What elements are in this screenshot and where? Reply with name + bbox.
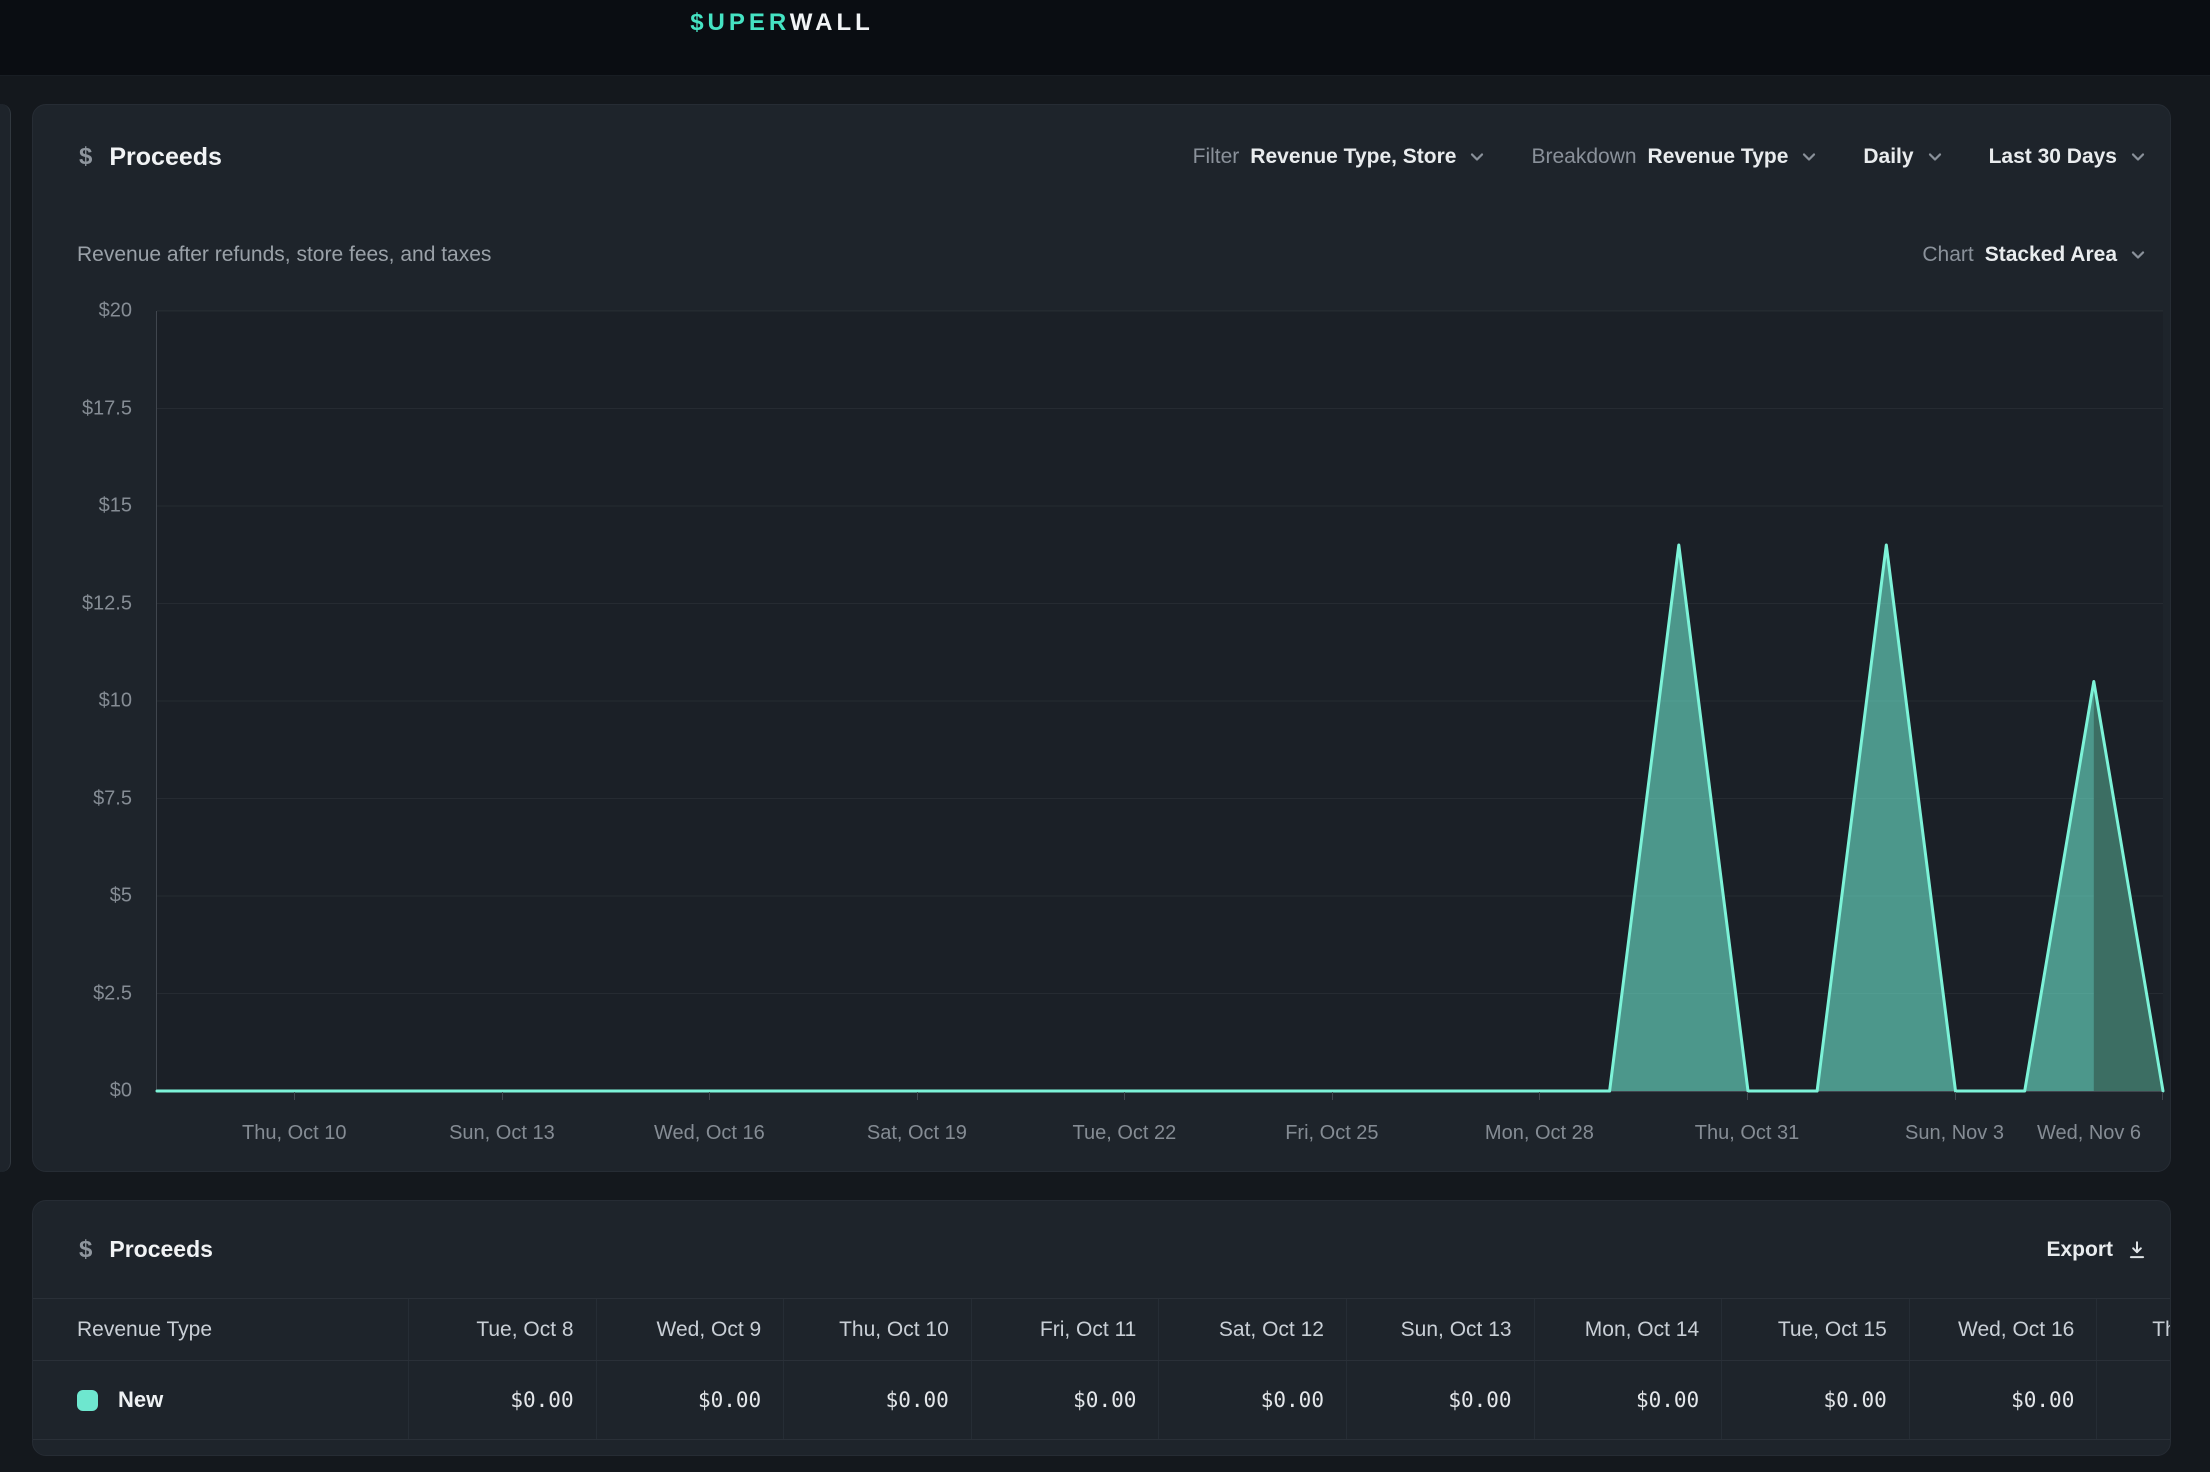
breakdown-dropdown[interactable]: Breakdown Revenue Type <box>1531 145 1819 169</box>
table-cell-value: $0.00 <box>1534 1361 1722 1439</box>
table-row-label-cell: New <box>33 1361 408 1439</box>
chart-canvas <box>157 311 2163 1091</box>
table-header-date: Thu, Oct 10 <box>783 1299 971 1360</box>
breakdown-label: Breakdown <box>1531 145 1636 169</box>
x-axis-tick <box>1332 1092 1333 1100</box>
table-header-date: Sun, Oct 13 <box>1346 1299 1534 1360</box>
y-axis-label: $10 <box>99 690 132 713</box>
superwall-logo[interactable]: $UPERWALL <box>690 9 874 37</box>
table-cell-value: $0.00 <box>1158 1361 1346 1439</box>
export-button[interactable]: Export <box>2046 1238 2148 1262</box>
table-cell-value: $0.00 <box>2096 1361 2171 1439</box>
y-axis-label: $12.5 <box>82 592 132 615</box>
chevron-down-icon <box>2128 245 2148 265</box>
table-cell-value: $0.00 <box>596 1361 784 1439</box>
granularity-dropdown[interactable]: Daily <box>1863 145 1944 169</box>
table-header-date: Thu, Oct 17 <box>2096 1299 2171 1360</box>
x-axis-label: Wed, Nov 6 <box>2004 1122 2171 1145</box>
x-axis-tick <box>1124 1092 1125 1100</box>
table-header-date: Fri, Oct 11 <box>971 1299 1159 1360</box>
table-panel-header: $ Proceeds Export <box>33 1201 2170 1298</box>
proceeds-table-panel: $ Proceeds Export Revenue TypeTue, Oct 8… <box>32 1200 2171 1456</box>
chart-type-value: Stacked Area <box>1985 243 2117 267</box>
x-axis-tick <box>917 1092 918 1100</box>
dollar-icon: $ <box>79 1236 92 1264</box>
chart-type-label: Chart <box>1922 243 1973 267</box>
top-bar: $UPERWALL <box>0 0 2210 76</box>
logo-accent-text: $UPER <box>690 9 790 36</box>
panel-controls: Filter Revenue Type, Store Breakdown Rev… <box>1193 145 2148 169</box>
y-axis-labels: $20$17.5$15$12.5$10$7.5$5$2.5$0 <box>33 311 132 1091</box>
series-name: New <box>118 1387 163 1413</box>
proceeds-table: Revenue TypeTue, Oct 8Wed, Oct 9Thu, Oct… <box>33 1298 2170 1440</box>
panel-header: $ Proceeds Filter Revenue Type, Store Br… <box>33 105 2170 209</box>
panel-subtitle: Revenue after refunds, store fees, and t… <box>77 243 491 267</box>
x-axis-tick <box>1955 1092 1956 1100</box>
chevron-down-icon <box>1467 147 1487 167</box>
y-axis-label: $0 <box>110 1080 132 1103</box>
table-header-date: Mon, Oct 14 <box>1534 1299 1722 1360</box>
table-header-date: Tue, Oct 15 <box>1721 1299 1909 1360</box>
x-axis-tick <box>709 1092 710 1100</box>
y-axis-label: $7.5 <box>93 787 132 810</box>
filter-dropdown[interactable]: Filter Revenue Type, Store <box>1193 145 1488 169</box>
y-axis-label: $2.5 <box>93 982 132 1005</box>
table-cell-value: $0.00 <box>1721 1361 1909 1439</box>
table-cell-value: $0.00 <box>1346 1361 1534 1439</box>
table-body: New$0.00$0.00$0.00$0.00$0.00$0.00$0.00$0… <box>33 1361 2170 1440</box>
x-axis-tick <box>502 1092 503 1100</box>
x-axis-tick <box>1747 1092 1748 1100</box>
breakdown-value: Revenue Type <box>1648 145 1789 169</box>
x-axis-label: Tue, Oct 22 <box>1039 1122 1209 1145</box>
y-axis-label: $20 <box>99 300 132 323</box>
stacked-area-chart[interactable] <box>156 311 2163 1092</box>
x-axis-tick <box>2162 1092 2163 1100</box>
export-label: Export <box>2046 1238 2113 1262</box>
table-header-date: Wed, Oct 16 <box>1909 1299 2097 1360</box>
dollar-icon: $ <box>79 143 92 171</box>
x-axis-label: Wed, Oct 16 <box>624 1122 794 1145</box>
table-row: New$0.00$0.00$0.00$0.00$0.00$0.00$0.00$0… <box>33 1361 2171 1440</box>
chevron-down-icon <box>1925 147 1945 167</box>
x-axis-labels: Thu, Oct 10 Sun, Oct 13 Wed, Oct 16 Sat, Oc… <box>156 1122 2162 1152</box>
table-header-date: Tue, Oct 8 <box>408 1299 596 1360</box>
filter-value: Revenue Type, Store <box>1250 145 1456 169</box>
x-axis-tick <box>1539 1092 1540 1100</box>
date-range-dropdown[interactable]: Last 30 Days <box>1989 145 2148 169</box>
table-header-date: Sat, Oct 12 <box>1158 1299 1346 1360</box>
x-axis-label: Thu, Oct 31 <box>1662 1122 1832 1145</box>
chevron-down-icon <box>2128 147 2148 167</box>
x-axis-label: Fri, Oct 25 <box>1247 1122 1417 1145</box>
filter-label: Filter <box>1193 145 1240 169</box>
table-cell-value: $0.00 <box>971 1361 1159 1439</box>
x-axis-label: Sat, Oct 19 <box>832 1122 1002 1145</box>
logo-rest-text: WALL <box>790 9 874 36</box>
panel-title: Proceeds <box>109 143 222 172</box>
offscreen-card-edge <box>0 104 11 1172</box>
table-header-date: Wed, Oct 9 <box>596 1299 784 1360</box>
table-header-revenue-type: Revenue Type <box>33 1299 408 1360</box>
x-axis-label: Thu, Oct 10 <box>209 1122 379 1145</box>
y-axis-label: $15 <box>99 495 132 518</box>
date-range-value: Last 30 Days <box>1989 145 2117 169</box>
granularity-value: Daily <box>1863 145 1913 169</box>
table-cell-value: $0.00 <box>783 1361 971 1439</box>
table-header-row: Revenue TypeTue, Oct 8Wed, Oct 9Thu, Oct… <box>33 1298 2171 1361</box>
y-axis-label: $5 <box>110 885 132 908</box>
proceeds-chart-panel: $ Proceeds Filter Revenue Type, Store Br… <box>32 104 2171 1172</box>
table-cell-value: $0.00 <box>408 1361 596 1439</box>
panel-subheader: Revenue after refunds, store fees, and t… <box>33 209 2170 301</box>
series-swatch <box>77 1390 98 1411</box>
table-cell-value: $0.00 <box>1909 1361 2097 1439</box>
y-axis-label: $17.5 <box>82 397 132 420</box>
x-axis-ticks <box>156 1092 2162 1102</box>
x-axis-label: Mon, Oct 28 <box>1454 1122 1624 1145</box>
chart-type-dropdown[interactable]: Chart Stacked Area <box>1922 243 2148 267</box>
x-axis-tick <box>294 1092 295 1100</box>
chevron-down-icon <box>1799 147 1819 167</box>
x-axis-label: Sun, Oct 13 <box>417 1122 587 1145</box>
download-icon <box>2126 1239 2148 1261</box>
table-panel-title: Proceeds <box>109 1236 213 1263</box>
